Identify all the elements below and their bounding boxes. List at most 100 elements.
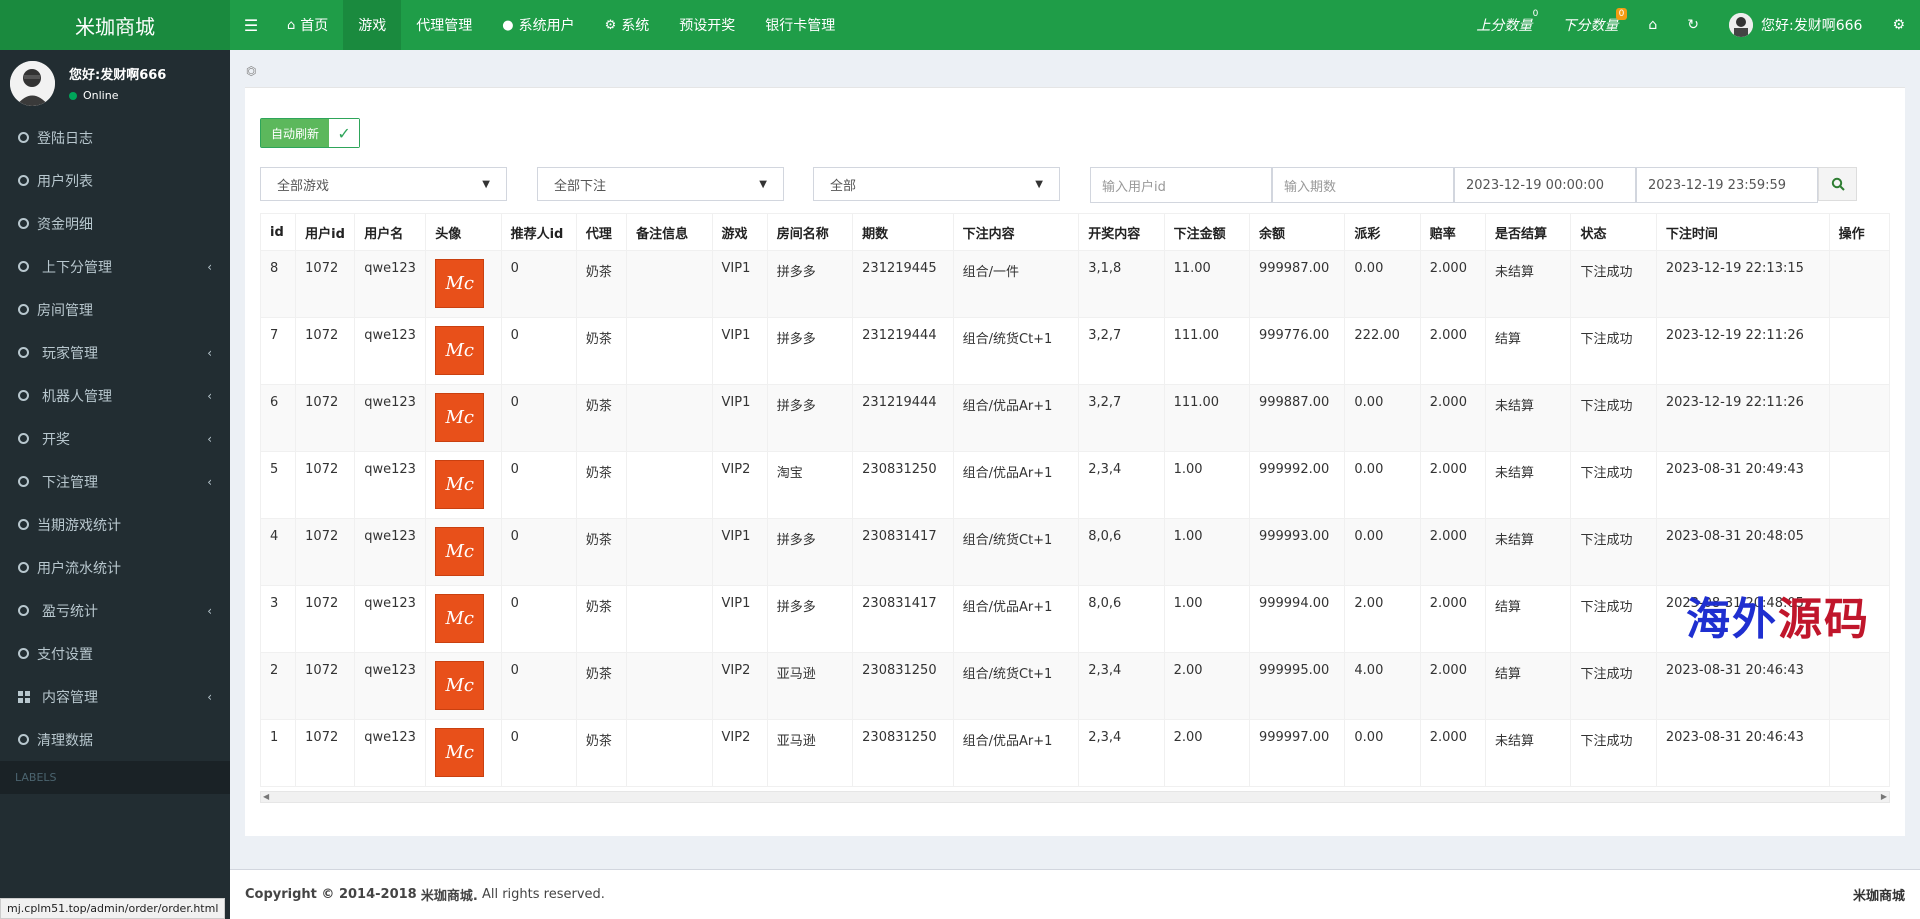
table-cell (1828, 317, 1891, 385)
column-header: 备注信息 (626, 213, 713, 251)
sidebar-item-robot-manage[interactable]: 机器人管理 ‹ (0, 374, 230, 417)
table-cell (1828, 451, 1891, 519)
circle-icon (18, 132, 29, 143)
bet-select[interactable]: 全部下注 ▼ (537, 167, 784, 201)
table-cell: 4 (259, 518, 297, 586)
table-cell: 999995.00 (1248, 652, 1346, 720)
table-cell: 1072 (295, 250, 356, 318)
column-header: 状态 (1570, 213, 1657, 251)
sidebar-item-room-manage[interactable]: 房间管理 (0, 288, 230, 331)
table-cell: 下注成功 (1570, 719, 1657, 787)
circle-icon (18, 304, 29, 315)
table-cell: 2.000 (1419, 384, 1487, 452)
horizontal-scrollbar[interactable]: ◀ ▶ (260, 791, 1890, 803)
sidebar-item-content-manage[interactable]: 内容管理 ‹ (0, 675, 230, 718)
table-cell: 淘宝 (766, 451, 854, 519)
table-cell: qwe123 (354, 317, 427, 385)
topnav-preset-draw[interactable]: 预设开奖 (664, 0, 750, 50)
sidebar-item-flow-stats[interactable]: 用户流水统计 (0, 546, 230, 589)
down-score-link[interactable]: 下分数量 0 (1547, 0, 1633, 50)
table-row: 8 1072 qwe123 Mc 0 奶茶 VIP1 拼多多 231219445 组合/一件 3,1… (259, 250, 1891, 318)
table-cell: 0 (500, 451, 577, 519)
table-cell: Mc (425, 384, 502, 452)
topnav-bank-card[interactable]: 银行卡管理 (750, 0, 850, 50)
table-cell: 231219444 (852, 384, 954, 452)
topnav-agent[interactable]: 代理管理 (401, 0, 487, 50)
sidebar-item-user-list[interactable]: 用户列表 (0, 159, 230, 202)
table-cell: 奶茶 (575, 652, 628, 720)
grid-icon (18, 690, 30, 703)
column-header: 派彩 (1344, 213, 1421, 251)
chevron-down-icon: ▼ (482, 178, 490, 190)
table-cell: 230831417 (852, 518, 954, 586)
sidebar-item-funds[interactable]: 资金明细 (0, 202, 230, 245)
user-menu[interactable]: 您好:发财啊666 (1714, 0, 1877, 50)
table-cell: 3,2,7 (1078, 317, 1165, 385)
sidebar-item-profit-stats[interactable]: 盈亏统计 ‹ (0, 589, 230, 632)
table-cell (626, 250, 713, 318)
table-cell: 8 (259, 250, 297, 318)
chevron-left-icon: ‹ (207, 431, 212, 446)
scroll-left-icon[interactable]: ◀ (263, 792, 269, 802)
search-button[interactable] (1818, 167, 1857, 201)
sidebar-item-player-manage[interactable]: 玩家管理 ‹ (0, 331, 230, 374)
table-cell: 1.00 (1163, 518, 1250, 586)
footer-brand-link[interactable]: 米珈商城. (421, 885, 478, 904)
table-cell: VIP1 (711, 384, 768, 452)
sidebar-item-clear-data[interactable]: 清理数据 (0, 718, 230, 761)
sidebar-menu: 登陆日志 用户列表 资金明细 上下分管理 ‹ 房间管理 玩家管理 ‹ 机器人管理 ‹ … (0, 116, 230, 761)
refresh-page-icon[interactable]: ⏣ (246, 64, 256, 78)
circle-icon (18, 605, 29, 616)
table-row: 4 1072 qwe123 Mc 0 奶茶 VIP1 拼多多 230831417 组合/统货Ct+… (259, 518, 1891, 586)
settings-gear-icon[interactable]: ⚙ (1877, 0, 1920, 50)
up-score-link[interactable]: 上分数量 0 (1461, 0, 1547, 50)
table-cell: 0 (500, 384, 577, 452)
table-cell: 结算 (1485, 585, 1572, 653)
sidebar-item-period-stats[interactable]: 当期游戏统计 (0, 503, 230, 546)
topnav-home[interactable]: ⌂ 首页 (272, 0, 343, 50)
column-header: 期数 (852, 213, 954, 251)
table-cell: Mc (425, 317, 502, 385)
topnav-system[interactable]: ⚙ 系统 (590, 0, 665, 50)
table-cell: 组合/优品Ar+1 (952, 451, 1080, 519)
avatar: Mc (435, 728, 485, 777)
auto-refresh-toggle[interactable]: 自动刷新 ✓ (260, 118, 361, 148)
sidebar-item-bet-manage[interactable]: 下注管理 ‹ (0, 460, 230, 503)
table-cell: 999994.00 (1248, 585, 1346, 653)
filter-bar: 全部游戏 ▼ 全部下注 ▼ 全部 ▼ 输入用户id 输入期数 2023-12-19 0… (260, 167, 1890, 203)
table-cell: 230831250 (852, 451, 954, 519)
table-cell: 1072 (295, 719, 356, 787)
circle-icon (18, 562, 29, 573)
column-header: 余额 (1248, 213, 1346, 251)
table-cell (626, 317, 713, 385)
refresh-icon[interactable]: ↻ (1672, 0, 1714, 50)
status-select[interactable]: 全部 ▼ (813, 167, 1060, 201)
table-cell (626, 518, 713, 586)
table-cell: VIP2 (711, 719, 768, 787)
table-cell: Mc (425, 719, 502, 787)
avatar: Mc (435, 326, 485, 375)
table-cell: 0 (500, 317, 577, 385)
start-time-input[interactable]: 2023-12-19 00:00:00 (1454, 167, 1636, 203)
menu-toggle-icon[interactable]: ☰ (230, 0, 272, 50)
topnav-game[interactable]: 游戏 (343, 0, 402, 50)
table-cell: 6 (259, 384, 297, 452)
table-cell: 222.00 (1344, 317, 1421, 385)
table-cell: 下注成功 (1570, 652, 1657, 720)
sidebar-item-payment-settings[interactable]: 支付设置 (0, 632, 230, 675)
sidebar-item-draw[interactable]: 开奖 ‹ (0, 417, 230, 460)
app-logo[interactable]: 米珈商城 (0, 0, 230, 50)
home-icon[interactable]: ⌂ (1633, 0, 1672, 50)
column-header: 推荐人id (500, 213, 577, 251)
topnav-system-user[interactable]: ● 系统用户 (487, 0, 589, 50)
search-icon (1831, 177, 1845, 191)
sidebar-item-score-manage[interactable]: 上下分管理 ‹ (0, 245, 230, 288)
game-select[interactable]: 全部游戏 ▼ (260, 167, 507, 201)
user-id-input[interactable]: 输入用户id (1090, 167, 1272, 203)
scroll-right-icon[interactable]: ▶ (1881, 792, 1887, 802)
sidebar-item-login-log[interactable]: 登陆日志 (0, 116, 230, 159)
period-input[interactable]: 输入期数 (1272, 167, 1454, 203)
end-time-input[interactable]: 2023-12-19 23:59:59 (1636, 167, 1818, 203)
table-header-row: id 用户id 用户名 头像 推荐人id 代理 备注信息 游戏 房间名称 期数 下注内容 开奖内容 下注… (259, 213, 1891, 251)
chevron-down-icon: ▼ (1035, 178, 1043, 190)
